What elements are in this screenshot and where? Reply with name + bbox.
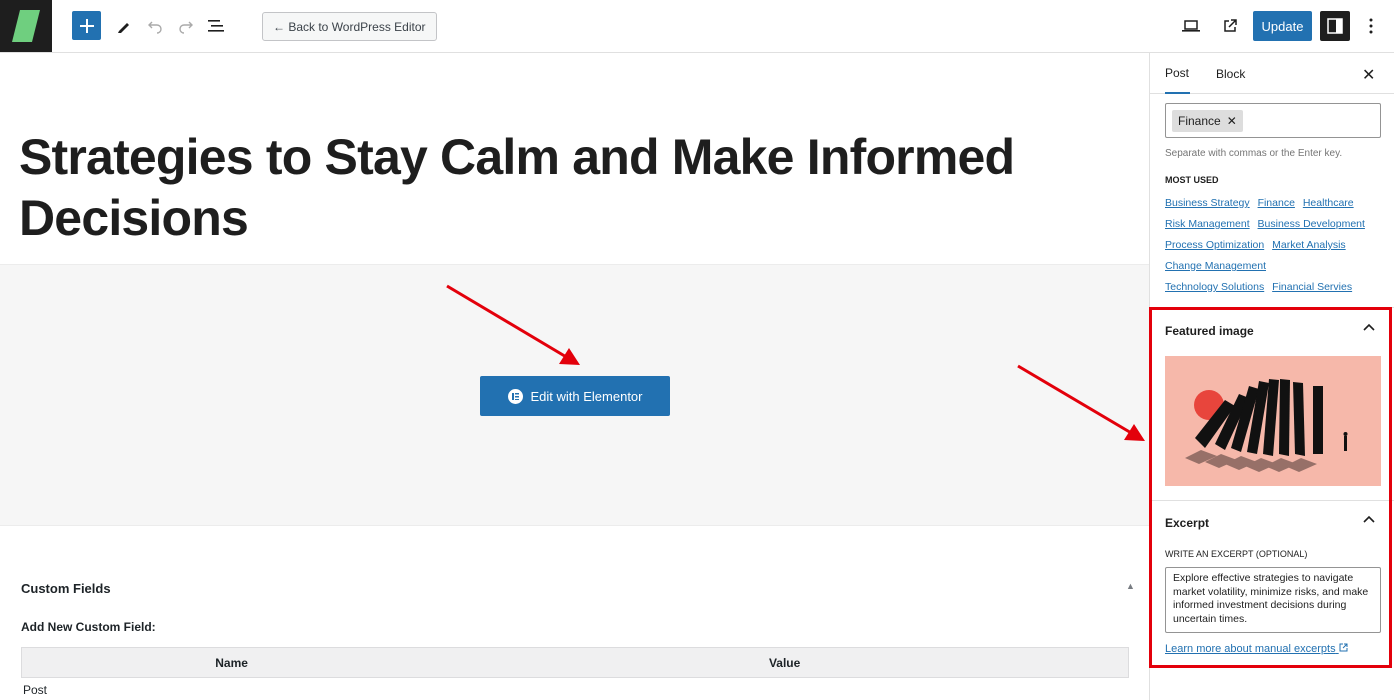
- more-vertical-icon: [1369, 18, 1373, 34]
- back-to-wordpress-editor-button[interactable]: ← Back to WordPress Editor: [262, 12, 437, 41]
- list-view-icon: [208, 20, 224, 32]
- update-button[interactable]: Update: [1253, 11, 1312, 41]
- custom-fields-title: Custom Fields: [21, 581, 111, 596]
- preview-button[interactable]: [1175, 10, 1207, 42]
- tags-input[interactable]: Finance ✕: [1165, 103, 1381, 138]
- tag-chip: Finance ✕: [1172, 110, 1243, 132]
- sidebar-icon: [1327, 18, 1343, 34]
- tag-link[interactable]: Market Analysis: [1272, 239, 1346, 251]
- edit-with-elementor-button[interactable]: Edit with Elementor: [480, 376, 670, 416]
- elementor-placeholder: Edit with Elementor: [0, 264, 1149, 526]
- redo-icon: [179, 21, 193, 34]
- column-header-value: Value: [768, 655, 801, 670]
- sidebar-tabs: Post Block ✕: [1150, 53, 1394, 94]
- tag-link[interactable]: Business Strategy: [1165, 197, 1250, 209]
- tag-link[interactable]: Technology Solutions: [1165, 281, 1264, 293]
- tab-block[interactable]: Block: [1216, 53, 1245, 94]
- most-used-tags: Business Strategy Finance Healthcare Ris…: [1165, 193, 1387, 298]
- tag-link[interactable]: Risk Management: [1165, 218, 1250, 230]
- falling-dominoes-image: [1165, 356, 1381, 486]
- tag-link[interactable]: Financial Servies: [1272, 281, 1352, 293]
- column-header-name: Name: [215, 655, 248, 670]
- pencil-icon: [118, 23, 129, 33]
- custom-fields-table-header: Name Value: [21, 647, 1129, 678]
- tag-link[interactable]: Change Management: [1165, 260, 1266, 272]
- learn-more-excerpts-link[interactable]: Learn more about manual excerpts: [1165, 643, 1348, 655]
- elementor-icon: [507, 388, 523, 404]
- learn-more-label: Learn more about manual excerpts: [1165, 643, 1336, 655]
- external-link-icon: [1339, 643, 1348, 652]
- plus-icon: [79, 18, 94, 33]
- list-view-button[interactable]: [201, 10, 233, 42]
- excerpt-textarea[interactable]: Explore effective strategies to navigate…: [1165, 567, 1381, 633]
- custom-field-row-label: Post: [23, 683, 48, 697]
- chevron-up-icon[interactable]: [1363, 514, 1375, 526]
- site-logo[interactable]: [0, 0, 52, 52]
- tag-link[interactable]: Healthcare: [1303, 197, 1354, 209]
- undo-icon: [148, 21, 162, 34]
- settings-sidebar: Post Block ✕ Finance ✕ Separate with com…: [1149, 53, 1394, 700]
- tags-help-text: Separate with commas or the Enter key.: [1165, 148, 1343, 159]
- tag-link[interactable]: Business Development: [1258, 218, 1365, 230]
- close-icon[interactable]: ✕: [1362, 65, 1375, 85]
- add-custom-field-label: Add New Custom Field:: [21, 620, 156, 634]
- remove-tag-icon[interactable]: ✕: [1227, 114, 1237, 128]
- tag-chip-label: Finance: [1178, 114, 1221, 128]
- tag-link[interactable]: Process Optimization: [1165, 239, 1264, 251]
- laptop-icon: [1182, 20, 1200, 32]
- top-toolbar: ← Back to WordPress Editor Update: [0, 0, 1394, 53]
- tag-link[interactable]: Finance: [1258, 197, 1295, 209]
- settings-sidebar-toggle[interactable]: [1320, 11, 1350, 41]
- excerpt-field-label: Write an excerpt (optional): [1165, 549, 1308, 559]
- most-used-heading: Most used: [1165, 175, 1219, 185]
- featured-image-heading[interactable]: Featured image: [1165, 324, 1254, 338]
- chevron-up-icon[interactable]: [1363, 322, 1375, 334]
- featured-image[interactable]: [1165, 356, 1381, 486]
- undo-button[interactable]: [139, 10, 171, 42]
- add-block-button[interactable]: [72, 11, 101, 40]
- options-button[interactable]: [1355, 10, 1387, 42]
- tools-button[interactable]: [108, 10, 140, 42]
- tab-post[interactable]: Post: [1165, 53, 1190, 94]
- excerpt-heading[interactable]: Excerpt: [1165, 516, 1209, 530]
- redo-button[interactable]: [170, 10, 202, 42]
- view-post-button[interactable]: [1214, 10, 1246, 42]
- collapse-triangle-icon[interactable]: ▲: [1126, 581, 1135, 591]
- post-title[interactable]: Strategies to Stay Calm and Make Informe…: [19, 127, 1129, 249]
- logo-icon: [12, 10, 40, 42]
- editor-canvas: Strategies to Stay Calm and Make Informe…: [0, 53, 1149, 700]
- edit-with-elementor-label: Edit with Elementor: [530, 388, 643, 404]
- external-link-icon: [1224, 19, 1237, 32]
